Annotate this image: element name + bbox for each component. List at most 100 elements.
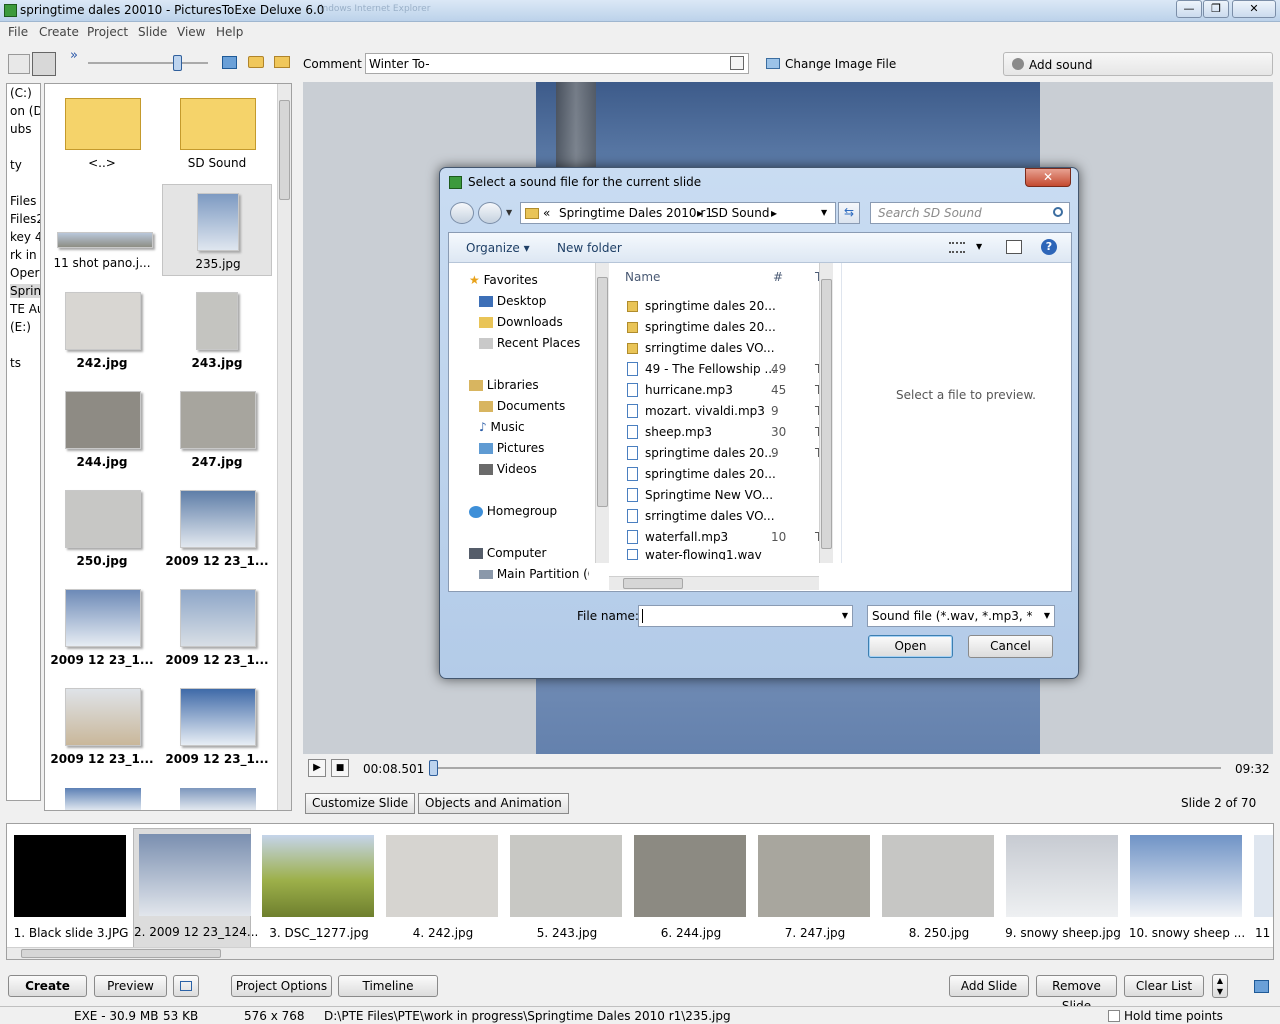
folder-up-icon[interactable] [274, 56, 290, 68]
file-row-folder[interactable]: springtime dales 20... [619, 317, 831, 338]
tree-item[interactable]: key 4 [10, 230, 40, 244]
nav-music[interactable]: ♪ Music [479, 420, 525, 434]
folder-tree[interactable]: (C:) on (D ubs ty Files Files2 key 4 rk … [6, 83, 41, 801]
slide-item-2-selected[interactable]: 2. 2009 12 23_124... [133, 828, 258, 952]
tree-item[interactable]: Oper [10, 266, 39, 280]
thumb-235-selected[interactable]: 235.jpg [162, 184, 272, 276]
comment-input[interactable]: Winter To- [365, 53, 749, 74]
slide-item-3[interactable]: 3. DSC_1277.jpg [257, 830, 375, 950]
breadcrumb-springtime[interactable]: Springtime Dales 2010 r1 [559, 206, 713, 220]
file-row-audio[interactable]: water-flowing1.wav [619, 548, 831, 560]
organize-button[interactable]: Organize ▾ [466, 241, 530, 255]
filetype-select[interactable]: Sound file (*.wav, *.mp3, *.wma ▼ [867, 605, 1055, 627]
change-image-button[interactable]: Change Image File [785, 57, 896, 71]
project-options-button[interactable]: Project Options [231, 975, 332, 997]
thumb-2009-b[interactable]: 2009 12 23_1... [47, 581, 157, 673]
timeline-track[interactable] [433, 767, 1221, 769]
objects-animation-button[interactable]: Objects and Animation [418, 793, 569, 814]
scrollbar-thumb[interactable] [597, 277, 608, 507]
slide-item-6[interactable]: 6. 244.jpg [629, 830, 747, 950]
thumb-folder-up[interactable]: <..> [47, 84, 157, 176]
tree-item-selected[interactable]: Sprin [10, 284, 40, 298]
nav-downloads[interactable]: Downloads [479, 315, 563, 329]
tree-item[interactable]: Files2 [10, 212, 40, 226]
tree-item[interactable]: rk in p [10, 248, 40, 262]
new-folder-button[interactable]: New folder [557, 241, 622, 255]
thumb-2009-c[interactable]: 2009 12 23_1... [162, 581, 272, 673]
column-number-header[interactable]: # [773, 270, 783, 284]
nav-pictures[interactable]: Pictures [479, 441, 544, 455]
slide-item-9[interactable]: 9. snowy sheep.jpg [1001, 830, 1121, 950]
file-row-audio[interactable]: srringtime dales VO... [619, 506, 831, 527]
minimize-button[interactable]: — [1176, 0, 1202, 18]
folder-open-icon[interactable] [248, 56, 264, 68]
slide-item-1[interactable]: 1. Black slide 3.JPG [9, 830, 128, 950]
thumb-244[interactable]: 244.jpg [47, 383, 157, 475]
file-row-audio[interactable]: springtime dales 20... [619, 464, 831, 485]
monitor-icon[interactable] [222, 56, 237, 69]
nav-main-partition-label[interactable]: Main Partition (C [479, 567, 589, 581]
tree-item[interactable]: (C:) [10, 86, 32, 100]
scrollbar-thumb[interactable] [623, 578, 683, 589]
breadcrumb-sd-sound[interactable]: SD Sound [711, 206, 769, 220]
view-thumbs-icon[interactable] [32, 52, 56, 76]
menu-help[interactable]: Help [216, 25, 243, 39]
filename-input[interactable]: ▼ [638, 605, 853, 627]
file-row-audio[interactable]: Springtime New VO... [619, 485, 831, 506]
nav-recent-places[interactable]: Recent Places [479, 336, 580, 350]
add-sound-button[interactable]: Add sound [1003, 52, 1273, 76]
breadcrumb-overflow[interactable]: « [543, 206, 550, 220]
menu-file[interactable]: File [8, 25, 28, 39]
thumb-scrollbar[interactable] [277, 84, 291, 810]
timeline-button[interactable]: Timeline [338, 975, 438, 997]
search-box[interactable]: Search SD Sound [870, 202, 1070, 224]
file-row-audio[interactable]: mozart. vivaldi.mp39T [619, 401, 831, 422]
filetype-dropdown-icon[interactable]: ▼ [1044, 611, 1050, 620]
tree-item[interactable]: ubs [10, 122, 31, 136]
remove-slide-button[interactable]: Remove Slide [1036, 975, 1117, 1013]
nav-desktop[interactable]: Desktop [479, 294, 546, 308]
view-dropdown-icon[interactable]: ▼ [976, 242, 982, 251]
close-button[interactable]: ✕ [1232, 0, 1276, 18]
file-row-audio[interactable]: waterfall.mp310T [619, 527, 831, 548]
help-icon[interactable]: ? [1041, 239, 1057, 255]
tree-item[interactable]: on (D [10, 104, 40, 118]
file-row-folder[interactable]: srringtime dales VO... [619, 338, 831, 359]
cancel-button[interactable]: Cancel [968, 635, 1053, 658]
clear-list-button[interactable]: Clear List [1124, 975, 1204, 997]
hold-time-checkbox[interactable] [1108, 1010, 1120, 1022]
nav-libraries[interactable]: Libraries [469, 378, 539, 392]
file-row-audio[interactable]: 49 - The Fellowship ...49T [619, 359, 831, 380]
stop-button[interactable]: ■ [331, 759, 349, 777]
address-bar[interactable]: « Springtime Dales 2010 r1 ▸ SD Sound ▸ … [520, 202, 836, 224]
add-slide-button[interactable]: Add Slide [949, 975, 1029, 997]
address-dropdown-icon[interactable]: ▼ [821, 208, 827, 217]
breadcrumb-separator[interactable]: ▸ [771, 206, 777, 220]
history-dropdown[interactable]: ▼ [506, 208, 512, 217]
customize-slide-button[interactable]: Customize Slide [305, 793, 416, 814]
nav-videos[interactable]: Videos [479, 462, 537, 476]
change-image-icon[interactable] [766, 58, 780, 69]
maximize-button[interactable]: ❐ [1203, 0, 1229, 18]
slide-item-4[interactable]: 4. 242.jpg [381, 830, 499, 950]
slide-item-5[interactable]: 5. 243.jpg [505, 830, 623, 950]
thumb-2009-d[interactable]: 2009 12 23_1... [47, 680, 157, 772]
file-row-audio[interactable]: hurricane.mp345T [619, 380, 831, 401]
preview-pane-icon[interactable] [1006, 240, 1022, 254]
forward-button[interactable] [478, 202, 502, 224]
slideshow-settings-button[interactable] [173, 975, 199, 997]
file-list-hscrollbar[interactable] [609, 576, 819, 590]
thumb-2009-a[interactable]: 2009 12 23_1... [162, 482, 272, 574]
slide-list-scrollbar[interactable] [7, 947, 1273, 959]
thumb-size-slider[interactable] [88, 62, 208, 64]
back-button[interactable] [450, 202, 474, 224]
open-button[interactable]: Open [868, 635, 953, 658]
breadcrumb-separator[interactable]: ▸ [697, 206, 703, 220]
window-mode-icon[interactable] [1254, 980, 1269, 993]
thumb-size-slider-handle[interactable] [173, 55, 182, 71]
thumb-11-shot-pano[interactable]: 11 shot pano.j... [47, 184, 157, 276]
thumb-2009-e[interactable]: 2009 12 23_1... [162, 680, 272, 772]
thumb-242[interactable]: 242.jpg [47, 284, 157, 376]
thumb-243[interactable]: 243.jpg [162, 284, 272, 376]
preview-button[interactable]: Preview [94, 975, 167, 997]
